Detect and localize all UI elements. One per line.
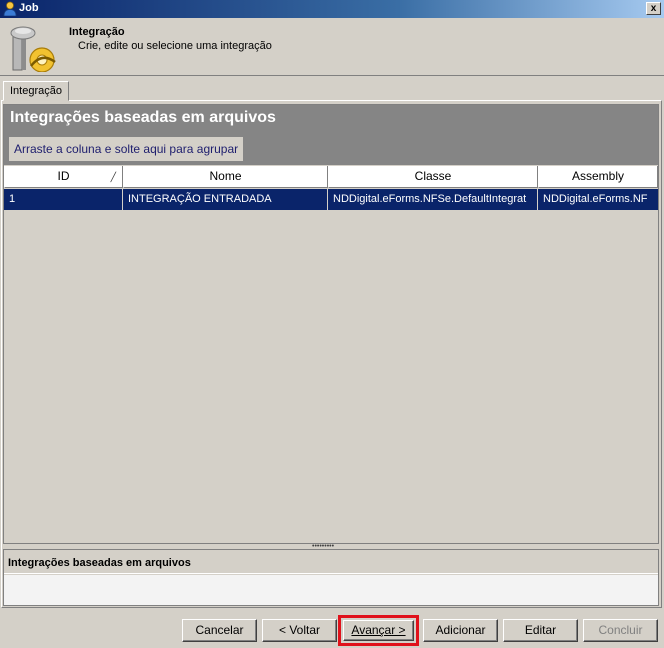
edit-button[interactable]: Editar <box>503 619 578 642</box>
finish-button[interactable]: Concluir <box>583 619 658 642</box>
page-title: Integração <box>69 26 125 38</box>
back-button[interactable]: < Voltar <box>262 619 337 642</box>
column-headers: ID ╱ Nome Classe Assembly <box>4 166 658 188</box>
wizard-header: Integração Crie, edite ou selecione uma … <box>0 18 664 76</box>
cell-id: 1 <box>4 189 123 210</box>
group-by-drop-area[interactable]: Arraste a coluna e solte aqui para agrup… <box>9 137 244 161</box>
cell-classe: NDDigital.eForms.NFSe.DefaultIntegrat <box>328 189 538 210</box>
window-title: Job <box>19 2 39 14</box>
column-header-label: Nome <box>209 169 242 183</box>
window-title-bar: Job x <box>0 0 664 18</box>
description-title: Integrações baseadas em arquivos <box>4 550 658 574</box>
tab-integracao[interactable]: Integração <box>3 81 69 101</box>
column-header-label: Classe <box>414 169 452 183</box>
column-header-nome[interactable]: Nome <box>123 166 328 188</box>
integrations-grid: Integrações baseadas em arquivos Arraste… <box>3 104 659 544</box>
cancel-button[interactable]: Cancelar <box>182 619 257 642</box>
cell-assembly: NDDigital.eForms.NF <box>543 193 648 205</box>
sort-ascending-icon: ╱ <box>110 172 116 182</box>
user-icon <box>3 1 17 16</box>
page-subtitle: Crie, edite ou selecione uma integração <box>78 40 272 52</box>
column-header-label: ID <box>57 169 70 183</box>
description-panel: Integrações baseadas em arquivos <box>3 549 659 606</box>
cell-nome: INTEGRAÇÃO ENTRADADA <box>123 189 328 210</box>
column-header-assembly[interactable]: Assembly <box>538 166 658 188</box>
group-header: Integrações baseadas em arquivos Arraste… <box>4 105 658 165</box>
close-button[interactable]: x <box>646 2 661 15</box>
next-button[interactable]: Avançar > <box>343 620 414 641</box>
close-icon: x <box>650 3 657 14</box>
grid-caption: Integrações baseadas em arquivos <box>10 109 276 126</box>
description-body <box>4 575 658 605</box>
column-header-id[interactable]: ID ╱ <box>4 166 123 188</box>
column-header-label: Assembly <box>571 169 624 183</box>
table-row[interactable]: 1 INTEGRAÇÃO ENTRADADA NDDigital.eForms.… <box>4 189 658 210</box>
column-header-classe[interactable]: Classe <box>328 166 538 188</box>
add-button[interactable]: Adicionar <box>423 619 498 642</box>
wizard-gear-icon <box>10 26 56 72</box>
